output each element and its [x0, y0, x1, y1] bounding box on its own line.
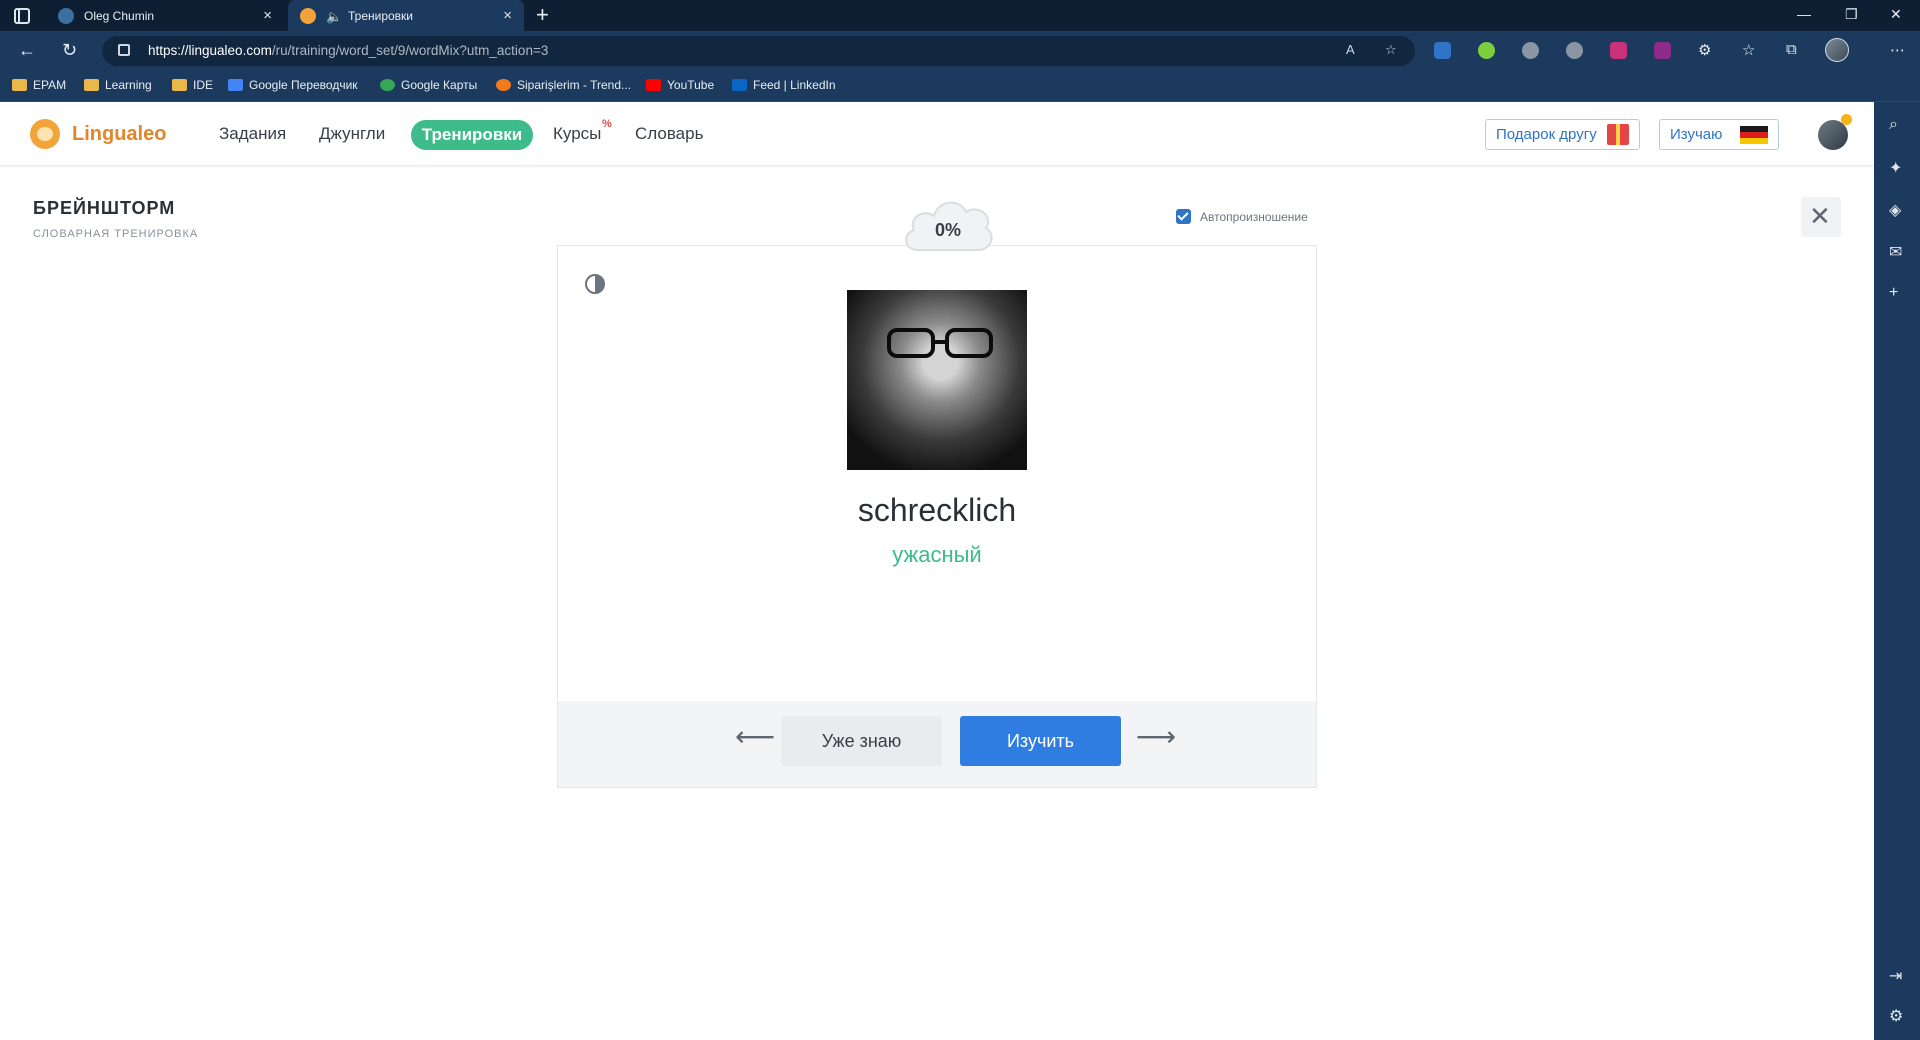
lingualeo-page: Lingualeo Задания Джунгли Тренировки Кур… [0, 102, 1874, 1040]
tab-close-icon[interactable]: × [263, 7, 272, 24]
purple-extension-icon[interactable] [1654, 42, 1671, 59]
close-icon: ✕ [1809, 201, 1831, 231]
lingualeo-favicon [300, 7, 316, 24]
checkbox-checked-icon[interactable] [1176, 209, 1191, 224]
close-window-button[interactable]: ✕ [1890, 6, 1902, 23]
tab-oleg-chumin[interactable]: Oleg Chumin × [46, 0, 284, 31]
add-icon[interactable]: + [1889, 284, 1898, 302]
read-aloud-icon[interactable]: A [1346, 42, 1355, 57]
nav-jungle[interactable]: Джунгли [319, 124, 385, 144]
trendyol-icon [496, 79, 511, 91]
training-title: БРЕЙНШТОРМ [33, 198, 176, 218]
courses-sale-badge: % [602, 118, 612, 130]
next-arrow-icon[interactable]: ⟶ [1136, 723, 1176, 751]
copilot-icon[interactable]: ✦ [1889, 158, 1902, 178]
logo-text[interactable]: Lingualeo [72, 123, 166, 146]
back-arrow-icon[interactable]: ← [18, 40, 36, 61]
new-tab-button[interactable]: + [536, 4, 549, 26]
tab-title: Тренировки [348, 8, 414, 23]
autoplay-label: Автопроизношение [1200, 209, 1308, 224]
settings-gear-icon[interactable]: ⚙ [1889, 1006, 1903, 1026]
more-menu-icon[interactable]: ⋯ [1890, 41, 1905, 59]
lock-icon[interactable] [118, 44, 130, 56]
speaker-icon[interactable]: 🔈 [326, 9, 342, 24]
bookmark-trendyol[interactable]: Siparişlerim - Trend... [496, 78, 631, 92]
progress-percent: 0% [934, 220, 961, 240]
nav-tasks[interactable]: Задания [219, 124, 286, 144]
gift-button-label: Подарок другу [1496, 126, 1597, 143]
url-bar[interactable]: https://lingualeo.com/ru/training/word_s… [102, 36, 1415, 66]
bookmark-youtube[interactable]: YouTube [646, 78, 714, 92]
hide-sidebar-icon[interactable]: ⇥ [1889, 966, 1902, 986]
learn-button[interactable]: Изучить [960, 716, 1121, 766]
lingualeo-lion-logo-icon[interactable] [30, 119, 60, 149]
tab-close-icon[interactable]: × [503, 7, 512, 24]
prev-arrow-icon[interactable]: ⟵ [735, 723, 775, 751]
training-subtitle: СЛОВАРНАЯ ТРЕНИРОВКА [33, 228, 199, 240]
refresh-icon[interactable]: ↻ [62, 40, 77, 61]
favorite-star-icon[interactable]: ☆ [1385, 42, 1397, 58]
gift-icon [1606, 124, 1629, 145]
close-training-button[interactable]: ✕ [1801, 197, 1841, 237]
learning-language-button[interactable]: Изучаю [1659, 119, 1780, 150]
bookmark-ide[interactable]: IDE [172, 78, 213, 92]
google-translate-icon [228, 79, 243, 91]
word-translation: ужасный [892, 542, 982, 567]
bookmark-learning[interactable]: Learning [84, 78, 152, 92]
bookmark-linkedin[interactable]: Feed | LinkedIn [732, 78, 836, 92]
browser-tab-bar: Oleg Chumin × 🔈 Тренировки × + — ❐ ✕ [0, 0, 1920, 31]
bookmarks-bar: EPAM Learning IDE Google Переводчик Goog… [0, 71, 1920, 102]
already-know-button[interactable]: Уже знаю [781, 716, 942, 766]
premium-star-icon [1841, 114, 1852, 125]
word-illustration-image [847, 290, 1027, 470]
favorites-icon[interactable]: ☆ [1742, 41, 1755, 59]
folder-icon [172, 79, 187, 91]
nav-courses[interactable]: Курсы [553, 124, 601, 144]
bookmark-epam[interactable]: EPAM [12, 78, 66, 92]
gift-friend-button[interactable]: Подарок другу [1485, 119, 1640, 150]
outlook-icon[interactable]: ✉ [1889, 242, 1902, 262]
learning-button-label: Изучаю [1670, 126, 1723, 143]
edge-sidebar: ⌕ ✦ ◈ ✉ + ⇥ ⚙ [1874, 102, 1920, 1040]
contrast-toggle-icon[interactable] [585, 274, 605, 294]
restore-button[interactable]: ❐ [1845, 6, 1858, 23]
extensions-puzzle-icon[interactable]: ⚙ [1698, 41, 1711, 59]
glasses-shape [887, 328, 993, 358]
nav-dictionary[interactable]: Словарь [635, 124, 703, 144]
tab-trenirovki[interactable]: 🔈 Тренировки × [288, 0, 524, 31]
german-flag-icon [1740, 125, 1769, 144]
profile-avatar-icon[interactable] [1825, 38, 1849, 62]
translate-extension-icon[interactable] [1434, 42, 1451, 59]
minimize-button[interactable]: — [1797, 6, 1811, 22]
autoplay-checkbox[interactable]: Автопроизношение [1176, 209, 1308, 224]
extension-icon[interactable] [1522, 42, 1539, 59]
folder-icon [12, 79, 27, 91]
address-bar-row: ← ↻ https://lingualeo.com/ru/training/wo… [0, 31, 1920, 71]
linkedin-icon [732, 79, 747, 91]
green-extension-icon[interactable] [1478, 42, 1495, 59]
foreign-word: schrecklich [857, 492, 1017, 528]
bookmark-google-maps[interactable]: Google Карты [380, 78, 477, 92]
nav-training[interactable]: Тренировки [411, 120, 533, 150]
games-icon[interactable]: ◈ [1889, 200, 1901, 220]
extension-icon-2[interactable] [1566, 42, 1583, 59]
tab-title: Oleg Chumin [84, 8, 155, 23]
youtube-icon [646, 79, 661, 91]
collections-icon[interactable]: ⧉ [1786, 41, 1797, 58]
url-text[interactable]: https://lingualeo.com/ru/training/word_s… [148, 43, 548, 58]
google-maps-icon [380, 79, 395, 91]
tab-favicon [58, 7, 74, 24]
folder-icon [84, 79, 99, 91]
site-header: Lingualeo Задания Джунгли Тренировки Кур… [0, 102, 1874, 166]
tab-actions-icon[interactable] [14, 8, 30, 24]
pink-extension-icon[interactable] [1610, 42, 1627, 59]
bookmark-google-translate[interactable]: Google Переводчик [228, 78, 358, 92]
search-icon[interactable]: ⌕ [1889, 116, 1898, 134]
